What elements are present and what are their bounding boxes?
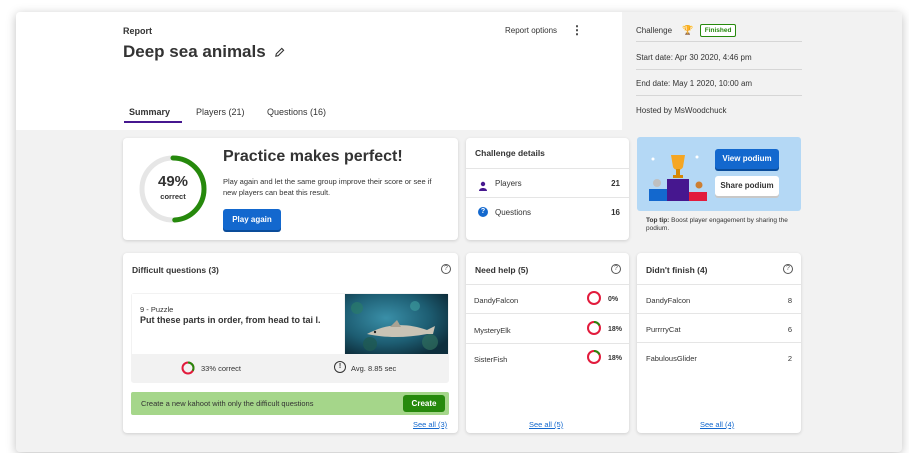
summary-headline: Practice makes perfect!	[223, 148, 403, 165]
score-correct-label: correct	[160, 192, 186, 201]
podium-illustration	[649, 155, 707, 201]
top-tip-label: Top tip:	[646, 217, 670, 224]
view-podium-button[interactable]: View podium	[715, 149, 779, 169]
correct-ring-icon	[181, 361, 195, 375]
tab-players[interactable]: Players (21)	[196, 107, 245, 117]
questions-label: Questions	[495, 208, 532, 217]
question-avg-time: Avg. 8.85 sec	[351, 364, 397, 373]
see-all-need-help-link[interactable]: See all (5)	[529, 420, 563, 429]
challenge-details-card: Challenge details Players 21 ? Questions…	[466, 138, 629, 240]
divider	[466, 343, 629, 344]
need-help-percent: 0%	[608, 296, 619, 303]
need-help-percent: 18%	[608, 355, 623, 362]
summary-card: 49% correct Practice makes perfect! Play…	[123, 138, 458, 240]
question-text: Put these parts in order, from head to t…	[140, 315, 321, 325]
divider	[637, 284, 801, 285]
divider	[637, 313, 801, 314]
players-value: 21	[611, 179, 620, 188]
question-image	[345, 294, 448, 354]
page: Challenge 🏆 Finished Start date: Apr 30 …	[0, 0, 909, 453]
divider	[466, 284, 629, 285]
need-help-player-name[interactable]: SisterFish	[474, 355, 507, 364]
didnt-finish-title: Didn't finish (4)	[646, 265, 708, 275]
share-podium-button[interactable]: Share podium	[715, 176, 779, 196]
active-tab-indicator	[124, 121, 182, 123]
report-options-button[interactable]: Report options	[505, 26, 557, 35]
kebab-menu-icon[interactable]: ⋮	[571, 23, 583, 37]
tab-questions[interactable]: Questions (16)	[267, 107, 326, 117]
create-kahoot-banner: Create a new kahoot with only the diffic…	[131, 392, 449, 415]
divider	[466, 313, 629, 314]
page-title[interactable]: Deep sea animals	[123, 42, 285, 63]
clock-icon: !	[334, 361, 346, 373]
need-help-percent: 18%	[608, 326, 623, 333]
challenge-info-panel: Challenge 🏆 Finished Start date: Apr 30 …	[622, 12, 902, 130]
tab-summary[interactable]: Summary	[129, 107, 170, 117]
create-button[interactable]: Create	[403, 395, 445, 412]
end-date: End date: May 1 2020, 10:00 am	[636, 72, 802, 96]
divider	[637, 342, 801, 343]
didnt-finish-count: 2	[787, 354, 792, 363]
players-label: Players	[495, 179, 522, 188]
divider	[466, 197, 629, 198]
challenge-label: Challenge	[636, 26, 673, 35]
see-all-difficult-link[interactable]: See all (3)	[413, 420, 447, 429]
challenge-row: Challenge 🏆 Finished	[636, 18, 802, 42]
didnt-finish-count: 6	[787, 325, 792, 334]
need-help-ring-icon	[587, 321, 601, 335]
didnt-finish-count: 8	[787, 296, 792, 305]
person-icon	[478, 178, 488, 196]
need-help-card: Need help (5) ? DandyFalcon 0% MysteryEl…	[466, 253, 629, 433]
report-label: Report	[123, 26, 152, 36]
questions-value: 16	[611, 208, 620, 217]
need-help-title: Need help (5)	[475, 265, 529, 275]
difficult-questions-title: Difficult questions (3)	[132, 265, 219, 275]
question-correct: 33% correct	[201, 364, 242, 373]
pencil-icon[interactable]	[274, 43, 285, 63]
didnt-finish-player-name[interactable]: FabulousGlider	[646, 354, 697, 363]
didnt-finish-player-name[interactable]: DandyFalcon	[646, 296, 690, 305]
start-date: Start date: Apr 30 2020, 4:46 pm	[636, 46, 802, 70]
need-help-ring-icon	[587, 291, 601, 305]
summary-body: Play again and let the same group improv…	[223, 177, 432, 197]
score-percent: 49%	[157, 173, 189, 190]
question-type: 9 - Puzzle	[140, 305, 174, 314]
need-help-player-name[interactable]: MysteryElk	[474, 326, 511, 335]
create-kahoot-text: Create a new kahoot with only the diffic…	[141, 399, 314, 408]
play-again-button[interactable]: Play again	[223, 209, 281, 230]
difficult-questions-card: Difficult questions (3) ? 9 - Puzzle Put…	[123, 253, 458, 433]
report-title-text: Deep sea animals	[123, 42, 266, 61]
question-icon: ?	[478, 207, 488, 217]
didnt-finish-card: Didn't finish (4) ? DandyFalcon 8 Purrrr…	[637, 253, 801, 433]
status-badge: Finished	[699, 24, 737, 38]
report-window: Challenge 🏆 Finished Start date: Apr 30 …	[16, 12, 902, 452]
difficult-question-item[interactable]: 9 - Puzzle Put these parts in order, fro…	[131, 293, 449, 383]
help-icon[interactable]: ?	[783, 264, 793, 274]
podium-banner: View podium Share podium	[637, 137, 801, 211]
divider	[466, 168, 629, 169]
trophy-icon: 🏆	[682, 25, 694, 35]
see-all-didnt-finish-link[interactable]: See all (4)	[700, 420, 734, 429]
need-help-ring-icon	[587, 350, 601, 364]
hosted-by: Hosted by MsWoodchuck	[636, 106, 727, 115]
need-help-player-name[interactable]: DandyFalcon	[474, 296, 518, 305]
help-icon[interactable]: ?	[611, 264, 621, 274]
didnt-finish-player-name[interactable]: PurrrryCat	[646, 325, 681, 334]
help-icon[interactable]: ?	[441, 264, 451, 274]
challenge-details-title: Challenge details	[475, 148, 545, 158]
top-tip: Top tip: Boost player engagement by shar…	[646, 217, 796, 233]
